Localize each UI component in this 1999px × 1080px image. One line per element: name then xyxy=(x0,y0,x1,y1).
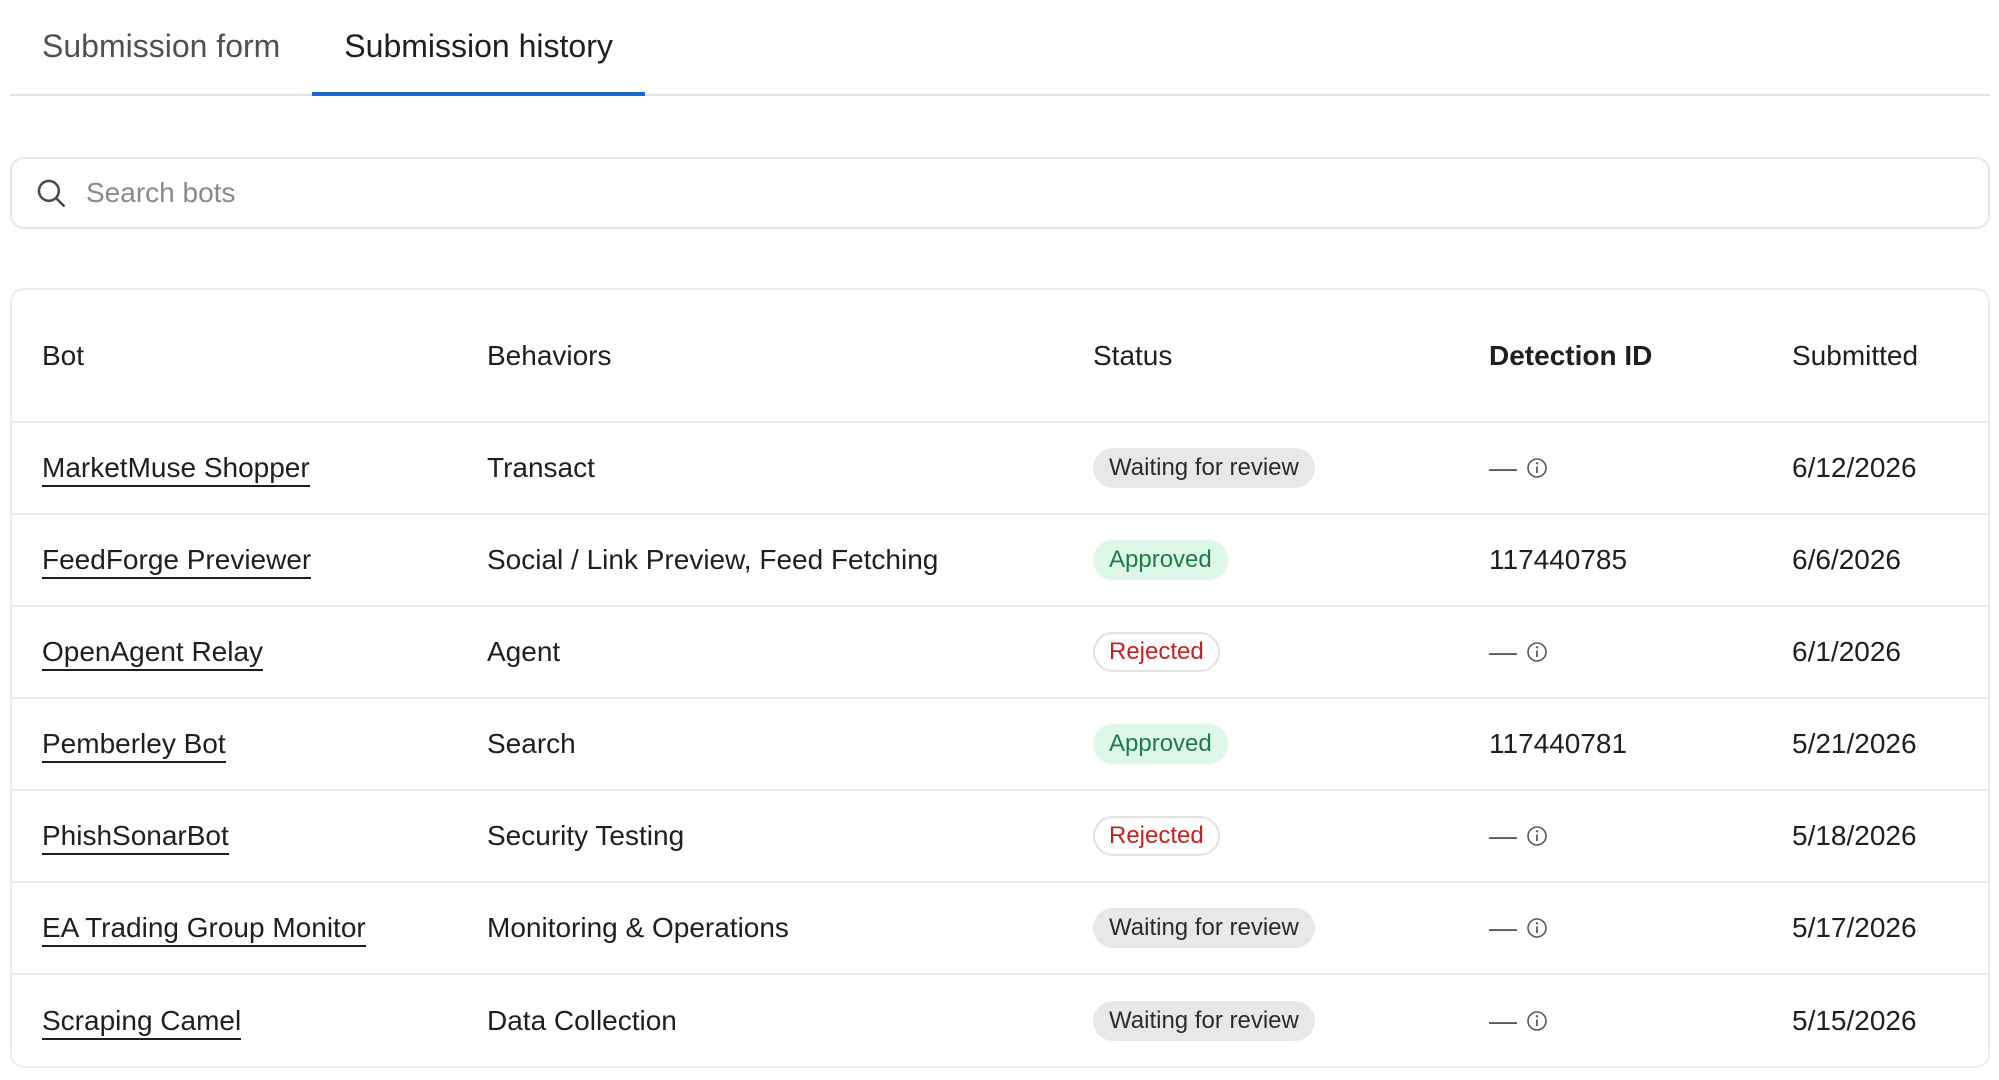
detection-id-value: — xyxy=(1489,912,1517,943)
detection-id-cell: — xyxy=(1459,790,1762,883)
bot-link[interactable]: EA Trading Group Monitor xyxy=(42,912,366,947)
bot-link[interactable]: OpenAgent Relay xyxy=(42,636,264,671)
behaviors-cell: Search xyxy=(457,698,1063,791)
tab-submission-history[interactable]: Submission history xyxy=(312,0,645,96)
status-badge: Waiting for review xyxy=(1093,908,1315,948)
detection-id-empty: — xyxy=(1489,452,1549,484)
bot-link[interactable]: FeedForge Previewer xyxy=(42,544,312,579)
detection-id-empty: — xyxy=(1489,820,1549,852)
detection-id-empty: — xyxy=(1489,636,1549,668)
tab-submission-form[interactable]: Submission form xyxy=(10,0,312,94)
status-badge: Waiting for review xyxy=(1093,1000,1315,1041)
submitted-cell: 5/15/2026 xyxy=(1792,1004,1917,1036)
behaviors-cell: Agent xyxy=(457,606,1063,699)
table-row: OpenAgent Relay Agent Rejected — 6/1/202… xyxy=(12,606,1988,699)
detection-id-cell: 117440785 xyxy=(1459,514,1762,607)
bot-link[interactable]: Pemberley Bot xyxy=(42,728,226,763)
info-icon[interactable] xyxy=(1525,916,1549,940)
column-header-detection-id[interactable]: Detection ID xyxy=(1459,290,1762,423)
bot-cell: Scraping Camel xyxy=(12,974,457,1066)
status-badge: Rejected xyxy=(1093,632,1220,672)
detection-id-value: — xyxy=(1489,820,1517,851)
info-icon[interactable] xyxy=(1525,640,1549,664)
column-header-behaviors[interactable]: Behaviors xyxy=(457,290,1063,423)
status-cell: Rejected xyxy=(1063,606,1459,699)
bot-cell: FeedForge Previewer xyxy=(12,514,457,607)
submitted-cell: 5/17/2026 xyxy=(1762,882,1988,975)
status-cell: Approved xyxy=(1063,698,1459,791)
detection-id-cell: — xyxy=(1459,882,1762,975)
behaviors-cell: Social / Link Preview, Feed Fetching xyxy=(457,514,1063,607)
column-header-bot[interactable]: Bot xyxy=(12,290,457,423)
table: Bot Behaviors Status Detection ID Submit… xyxy=(12,290,1988,1066)
search-bar[interactable] xyxy=(10,157,1990,229)
detection-id-value: — xyxy=(1489,636,1517,667)
table-header-row: Bot Behaviors Status Detection ID Submit… xyxy=(12,290,1988,423)
bot-link[interactable]: Scraping Camel xyxy=(42,1004,242,1040)
status-badge: Waiting for review xyxy=(1093,448,1315,488)
status-badge: Rejected xyxy=(1093,816,1220,856)
search-icon xyxy=(37,179,66,208)
info-icon[interactable] xyxy=(1525,1009,1549,1033)
status-badge: Approved xyxy=(1093,724,1228,764)
detection-id-value: — xyxy=(1489,452,1517,483)
table-row: MarketMuse Shopper Transact Waiting for … xyxy=(12,422,1988,515)
search-input[interactable] xyxy=(86,177,1988,209)
submitted-cell: 6/12/2026 xyxy=(1762,422,1988,515)
behaviors-cell: Data Collection xyxy=(487,1004,677,1036)
bot-cell: PhishSonarBot xyxy=(12,790,457,883)
bot-cell: MarketMuse Shopper xyxy=(12,422,457,515)
bot-link[interactable]: PhishSonarBot xyxy=(42,820,229,855)
detection-id-empty: — xyxy=(1489,912,1549,944)
table-row: FeedForge Previewer Social / Link Previe… xyxy=(12,514,1988,607)
behaviors-cell: Transact xyxy=(457,422,1063,515)
page: Submission form Submission history Bot B… xyxy=(0,0,1999,1080)
detection-id-cell: — xyxy=(1459,974,1762,1066)
table-body: MarketMuse Shopper Transact Waiting for … xyxy=(12,422,1988,1066)
status-cell: Rejected xyxy=(1063,790,1459,883)
column-header-status[interactable]: Status xyxy=(1063,290,1459,423)
detection-id-cell: — xyxy=(1459,606,1762,699)
submitted-cell: 6/1/2026 xyxy=(1762,606,1988,699)
table-row: Pemberley Bot Search Approved 117440781 … xyxy=(12,698,1988,791)
table-header: Bot Behaviors Status Detection ID Submit… xyxy=(12,290,1988,423)
status-badge: Approved xyxy=(1093,540,1228,580)
bot-cell: EA Trading Group Monitor xyxy=(12,882,457,975)
status-cell: Waiting for review xyxy=(1063,974,1459,1066)
table-row: PhishSonarBot Security Testing Rejected … xyxy=(12,790,1988,883)
info-icon[interactable] xyxy=(1525,456,1549,480)
submission-history-table: Bot Behaviors Status Detection ID Submit… xyxy=(10,288,1990,1068)
table-row: EA Trading Group Monitor Monitoring & Op… xyxy=(12,882,1988,975)
status-cell: Waiting for review xyxy=(1063,422,1459,515)
info-icon[interactable] xyxy=(1525,824,1549,848)
status-cell: Approved xyxy=(1063,514,1459,607)
behaviors-cell: Monitoring & Operations xyxy=(457,882,1063,975)
submitted-cell: 5/18/2026 xyxy=(1762,790,1988,883)
detection-id-value: — xyxy=(1489,1004,1517,1036)
table-row: Scraping Camel Data Collection Waiting f… xyxy=(12,974,1988,1066)
bot-cell: Pemberley Bot xyxy=(12,698,457,791)
submitted-cell: 5/21/2026 xyxy=(1762,698,1988,791)
detection-id-cell: — xyxy=(1459,422,1762,515)
submitted-cell: 6/6/2026 xyxy=(1762,514,1988,607)
column-header-submitted[interactable]: Submitted xyxy=(1762,290,1988,423)
detection-id-empty: — xyxy=(1489,1005,1549,1037)
bot-cell: OpenAgent Relay xyxy=(12,606,457,699)
tab-bar: Submission form Submission history xyxy=(10,0,1990,96)
detection-id-cell: 117440781 xyxy=(1459,698,1762,791)
behaviors-cell: Security Testing xyxy=(457,790,1063,883)
status-cell: Waiting for review xyxy=(1063,882,1459,975)
bot-link[interactable]: MarketMuse Shopper xyxy=(42,452,310,487)
